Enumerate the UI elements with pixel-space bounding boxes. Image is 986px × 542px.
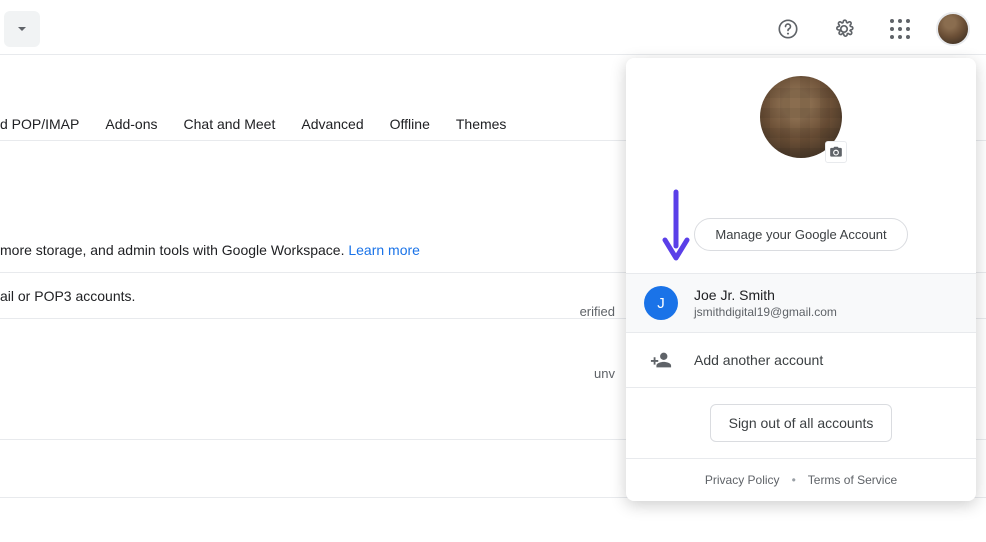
other-account-row[interactable]: J Joe Jr. Smith jsmithdigital19@gmail.co…: [626, 273, 976, 332]
dropdown-button[interactable]: [4, 11, 40, 47]
workspace-text: more storage, and admin tools with Googl…: [0, 242, 348, 258]
topbar-divider: [0, 54, 986, 55]
signout-wrap: Sign out of all accounts: [626, 387, 976, 458]
top-bar-right: [768, 9, 970, 49]
signout-button[interactable]: Sign out of all accounts: [710, 404, 893, 442]
account-avatar-button[interactable]: [936, 12, 970, 46]
popup-footer: Privacy Policy • Terms of Service: [626, 458, 976, 501]
top-bar: [0, 0, 986, 58]
top-bar-left: [0, 11, 40, 47]
settings-button[interactable]: [824, 9, 864, 49]
other-account-text: Joe Jr. Smith jsmithdigital19@gmail.com: [694, 287, 837, 319]
tab-addons[interactable]: Add-ons: [105, 116, 157, 132]
privacy-policy-link[interactable]: Privacy Policy: [705, 473, 780, 487]
tab-offline[interactable]: Offline: [390, 116, 430, 132]
tab-themes[interactable]: Themes: [456, 116, 507, 132]
account-popup: Manage your Google Account J Joe Jr. Smi…: [626, 58, 976, 501]
camera-icon: [829, 145, 843, 159]
tab-pop-imap[interactable]: d POP/IMAP: [0, 116, 79, 132]
add-account-label: Add another account: [694, 352, 823, 368]
footer-separator: •: [792, 473, 796, 487]
help-button[interactable]: [768, 9, 808, 49]
add-account-row[interactable]: Add another account: [626, 332, 976, 387]
tab-advanced[interactable]: Advanced: [301, 116, 363, 132]
other-account-avatar: J: [644, 286, 678, 320]
pop3-text: ail or POP3 accounts.: [0, 288, 135, 304]
apps-button[interactable]: [880, 9, 920, 49]
tab-chat-meet[interactable]: Chat and Meet: [184, 116, 276, 132]
other-account-email: jsmithdigital19@gmail.com: [694, 305, 837, 319]
terms-link[interactable]: Terms of Service: [808, 473, 897, 487]
account-avatar-large[interactable]: [760, 76, 842, 158]
apps-grid-icon: [890, 19, 910, 39]
arrow-annotation: [659, 188, 693, 262]
verified-fragment: erified: [580, 304, 615, 319]
person-add-icon: [650, 349, 672, 371]
gear-icon: [833, 18, 855, 40]
settings-tabs-row: d POP/IMAP Add-ons Chat and Meet Advance…: [0, 116, 506, 132]
caret-down-icon: [17, 24, 27, 34]
help-icon: [777, 18, 799, 40]
other-account-name: Joe Jr. Smith: [694, 287, 837, 303]
manage-account-button[interactable]: Manage your Google Account: [694, 218, 907, 251]
popup-header: Manage your Google Account: [626, 58, 976, 273]
add-account-icon-wrap: [644, 349, 678, 371]
unv-fragment: unv: [594, 366, 615, 381]
learn-more-link[interactable]: Learn more: [348, 242, 420, 258]
camera-badge[interactable]: [825, 141, 847, 163]
